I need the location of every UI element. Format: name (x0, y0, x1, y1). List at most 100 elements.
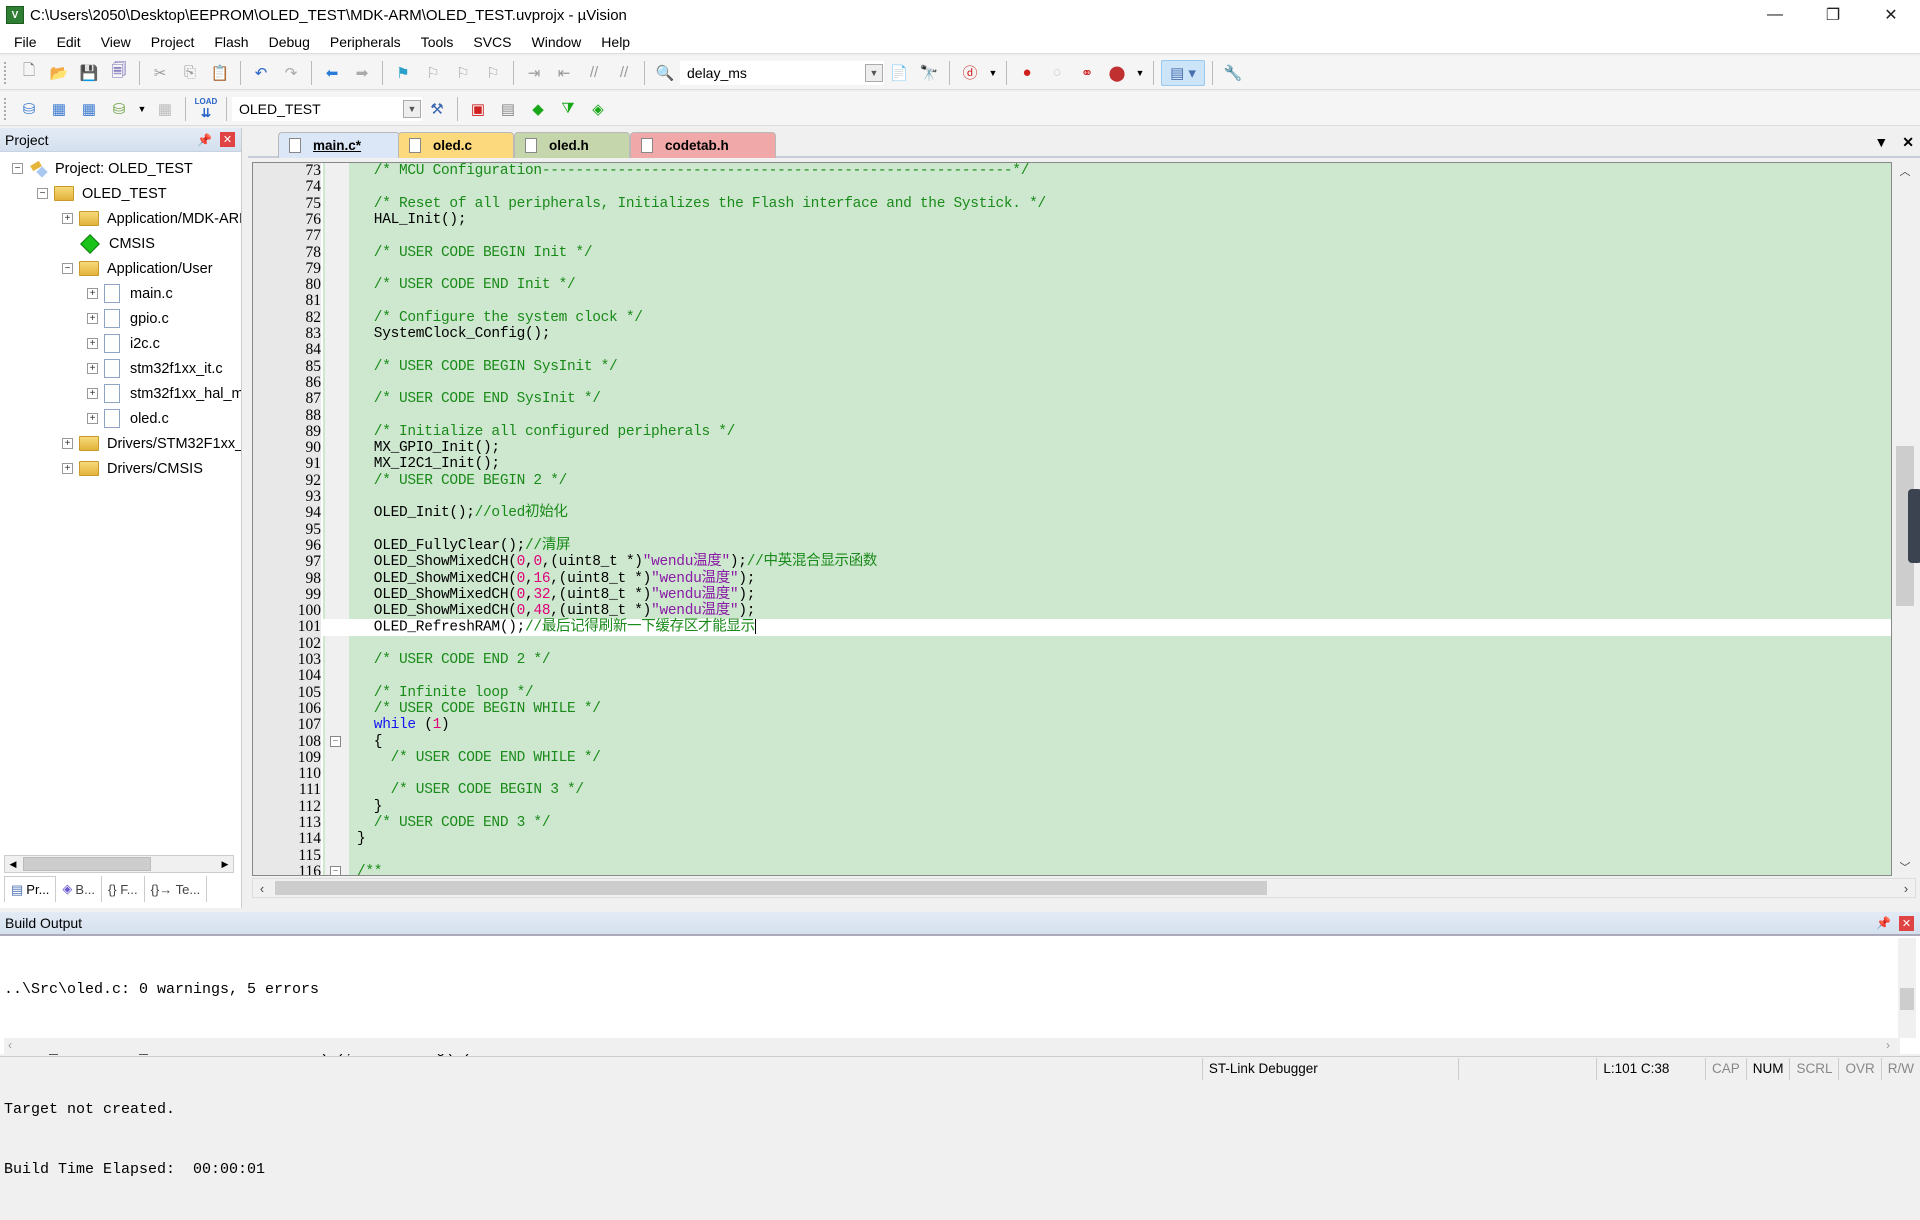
code-line[interactable]: 90 MX_GPIO_Init(); (253, 439, 1891, 456)
scroll-left-icon[interactable]: ◀ (5, 856, 21, 872)
code-line-current[interactable]: 101 OLED_RefreshRAM();//最后记得刷新一下缓存区才能显示 (253, 619, 1891, 636)
unindent-icon[interactable]: ⇤ (551, 60, 577, 86)
tree-item-file[interactable]: + stm32f1xx_it.c (0, 356, 241, 381)
manage-runtime-environment-icon[interactable]: ◆ (525, 96, 551, 122)
tab-functions[interactable]: {} F... (102, 876, 145, 902)
open-file-icon[interactable]: 📂 (46, 60, 72, 86)
build-icon[interactable]: ▦ (46, 96, 72, 122)
build-output-vertical-scrollbar[interactable] (1898, 938, 1916, 1038)
code-line[interactable]: 81 (253, 293, 1891, 310)
tree-item-file[interactable]: + i2c.c (0, 331, 241, 356)
tree-item-target[interactable]: − OLED_TEST (0, 181, 241, 206)
chevron-down-icon[interactable]: ▼ (865, 63, 883, 82)
new-file-icon[interactable]: 🗋 (16, 60, 42, 86)
menu-peripherals[interactable]: Peripherals (320, 30, 411, 54)
code-line[interactable]: 92 /* USER CODE BEGIN 2 */ (253, 472, 1891, 489)
code-line[interactable]: 95 (253, 521, 1891, 538)
tab-project[interactable]: ▤ Pr... (4, 876, 57, 902)
code-line[interactable]: 114} (253, 830, 1891, 847)
build-output-horizontal-scrollbar[interactable]: ‹ › (4, 1038, 1900, 1054)
save-all-icon[interactable]: 🗐 (106, 60, 132, 86)
code-line[interactable]: 108− { (253, 733, 1891, 750)
pack-installer-icon[interactable]: ◈ (585, 96, 611, 122)
target-combo[interactable]: OLED_TEST ▼ (232, 96, 422, 121)
code-line[interactable]: 76 HAL_Init(); (253, 211, 1891, 228)
code-line[interactable]: 88 (253, 407, 1891, 424)
code-line[interactable]: 83 SystemClock_Config(); (253, 325, 1891, 342)
comment-icon[interactable]: // (581, 60, 607, 86)
bookmark-insert-icon[interactable]: ⚑ (390, 60, 416, 86)
code-line[interactable]: 75 /* Reset of all peripherals, Initiali… (253, 195, 1891, 212)
minimize-button[interactable]: — (1746, 0, 1804, 30)
close-tab-icon[interactable]: ✕ (1902, 134, 1914, 151)
manage-multi-project-icon[interactable]: ▤ (495, 96, 521, 122)
save-icon[interactable]: 💾 (76, 60, 102, 86)
bookmark-next-icon[interactable]: ⚐ (450, 60, 476, 86)
breakpoint-enable-icon[interactable]: ○ (1044, 60, 1070, 86)
code-line[interactable]: 107 while (1) (253, 716, 1891, 733)
code-line[interactable]: 78 /* USER CODE BEGIN Init */ (253, 244, 1891, 261)
tree-item-group[interactable]: + Drivers/CMSIS (0, 456, 241, 481)
debug-session-icon[interactable]: ⓓ (957, 60, 983, 86)
code-line[interactable]: 74 (253, 178, 1891, 195)
code-line[interactable]: 105 /* Infinite loop */ (253, 684, 1891, 701)
code-line[interactable]: 84 (253, 341, 1891, 358)
menu-svcs[interactable]: SVCS (463, 30, 521, 54)
breakpoint-disable-icon[interactable]: ⚭ (1074, 60, 1100, 86)
menu-window[interactable]: Window (522, 30, 592, 54)
batch-build-icon[interactable]: ⛁ (106, 96, 132, 122)
build-output-text[interactable]: ..\Src\oled.c: 0 warnings, 5 errors "OLE… (4, 940, 1894, 1178)
expand-icon[interactable]: + (62, 463, 73, 474)
dropdown-arrow-icon[interactable]: ▼ (1134, 60, 1146, 86)
paste-icon[interactable]: 📋 (207, 60, 233, 86)
download-load-icon[interactable]: LOAD ⇊ (193, 96, 219, 122)
scroll-left-icon[interactable]: ‹ (8, 1038, 12, 1052)
scroll-right-icon[interactable]: › (1897, 879, 1915, 897)
code-line[interactable]: 86 (253, 374, 1891, 391)
undo-icon[interactable]: ↶ (248, 60, 274, 86)
project-horizontal-scrollbar[interactable]: ◀ ▶ (4, 855, 234, 873)
code-line[interactable]: 82 /* Configure the system clock */ (253, 309, 1891, 326)
tree-item-component[interactable]: CMSIS (0, 231, 241, 256)
target-options-icon[interactable]: ⚒ (424, 96, 450, 122)
tab-codetab-h[interactable]: codetab.h (630, 132, 776, 158)
fold-collapse-icon[interactable]: − (330, 735, 341, 747)
code-line[interactable]: 98 OLED_ShowMixedCH(0,16,(uint8_t *)"wen… (253, 570, 1891, 587)
window-layout-icon[interactable]: ▤ ▾ (1161, 59, 1205, 86)
collapse-icon[interactable]: − (12, 163, 23, 174)
tree-item-group[interactable]: + Application/MDK-ARM (0, 206, 241, 231)
pin-icon[interactable]: 📌 (197, 133, 212, 147)
fold-collapse-icon[interactable]: − (330, 865, 341, 875)
close-icon[interactable]: ✕ (220, 132, 235, 147)
code-line[interactable]: 103 /* USER CODE END 2 */ (253, 651, 1891, 668)
scrollbar-thumb[interactable] (275, 881, 1267, 895)
tree-item-group[interactable]: − Application/User (0, 256, 241, 281)
menu-edit[interactable]: Edit (47, 30, 91, 54)
expand-icon[interactable]: + (87, 313, 98, 324)
expand-icon[interactable]: + (87, 338, 98, 349)
code-line[interactable]: 94 OLED_Init();//oled初始化 (253, 504, 1891, 521)
stop-build-icon[interactable]: ▦ (152, 96, 178, 122)
menu-debug[interactable]: Debug (259, 30, 320, 54)
tree-item-file[interactable]: + main.c (0, 281, 241, 306)
code-line[interactable]: 87 /* USER CODE END SysInit */ (253, 390, 1891, 407)
bookmark-clear-icon[interactable]: ⚐ (480, 60, 506, 86)
code-line[interactable]: 111 /* USER CODE BEGIN 3 */ (253, 782, 1891, 799)
tree-item-file[interactable]: + stm32f1xx_hal_msp.c (0, 381, 241, 406)
menu-file[interactable]: File (4, 30, 47, 54)
tree-item-file[interactable]: + gpio.c (0, 306, 241, 331)
expand-icon[interactable]: + (87, 288, 98, 299)
code-line[interactable]: 115 (253, 847, 1891, 864)
code-line[interactable]: 106 /* USER CODE BEGIN WHILE */ (253, 700, 1891, 717)
tab-oled-c[interactable]: oled.c (398, 132, 514, 158)
close-window-button[interactable]: ✕ (1862, 0, 1920, 30)
redo-icon[interactable]: ↷ (278, 60, 304, 86)
code-line[interactable]: 116− /** (253, 863, 1891, 875)
expand-icon[interactable]: + (87, 363, 98, 374)
dropdown-arrow-icon[interactable]: ▼ (987, 60, 999, 86)
code-line[interactable]: 102 (253, 635, 1891, 652)
code-line[interactable]: 104 (253, 667, 1891, 684)
code-line[interactable]: 85 /* USER CODE BEGIN SysInit */ (253, 358, 1891, 375)
collapse-icon[interactable]: − (37, 188, 48, 199)
code-line[interactable]: 79 (253, 260, 1891, 277)
